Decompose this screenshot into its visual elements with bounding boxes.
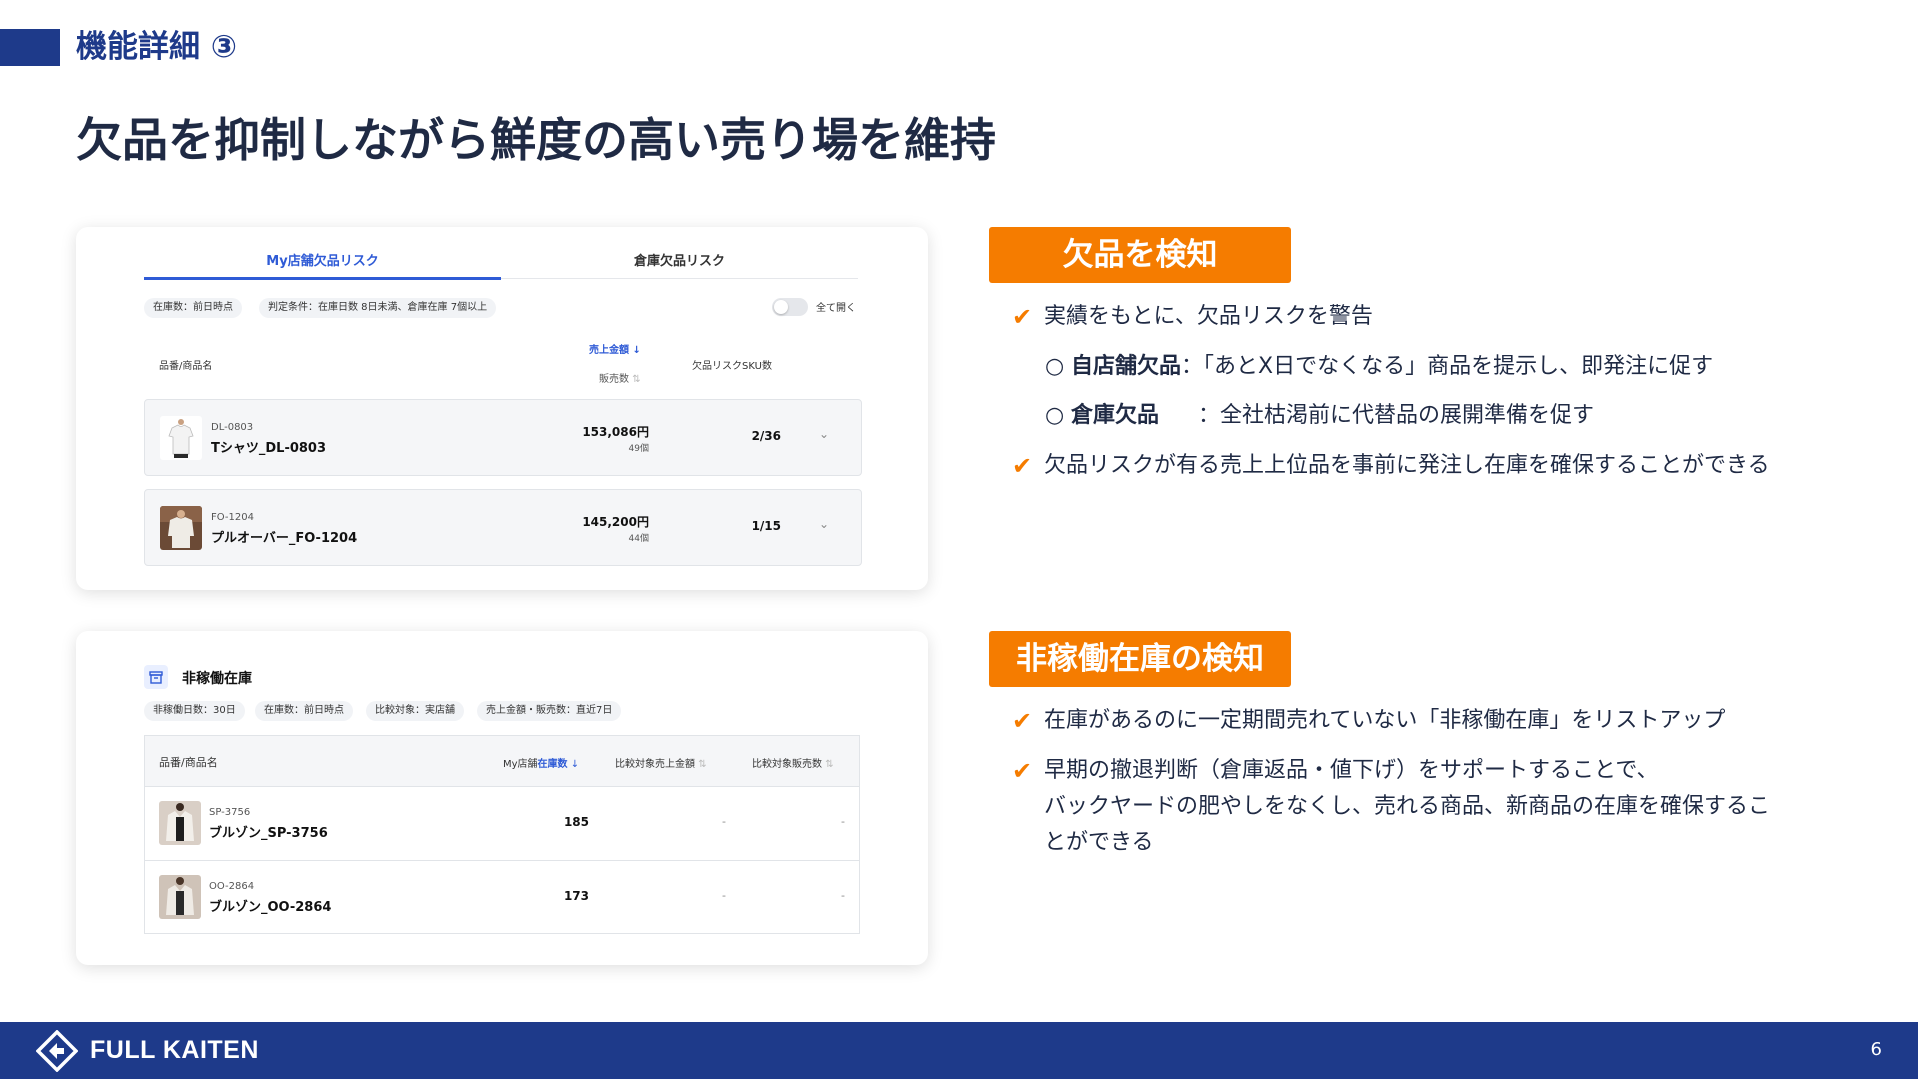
product-sku: DL-0803 <box>211 422 254 433</box>
product-thumbnail <box>160 416 202 460</box>
idle-inventory-panel: 非稼働在庫 非稼働日数：30日 在庫数：前日時点 比較対象：実店舗 売上金額・販… <box>76 631 928 965</box>
risk-sku-ratio: 2/36 <box>751 429 781 443</box>
risk-sku-ratio: 1/15 <box>751 519 781 533</box>
circle-bullet-icon: ○ <box>1045 403 1065 428</box>
product-sku: FO-1204 <box>211 512 254 523</box>
col-product-header: 品番/商品名 <box>159 756 218 769</box>
sales-amount: 145,200円 <box>582 515 649 529</box>
sub-bullet-label: 倉庫欠品 <box>1071 403 1160 428</box>
col-sales-qty-header[interactable]: 販売数 ⇅ <box>599 370 641 385</box>
idle-inventory-title: 非稼働在庫 <box>182 671 252 687</box>
circle-bullet-icon: ○ <box>1045 354 1065 379</box>
feature-badge-idle-inventory: 非稼働在庫の検知 <box>989 631 1291 687</box>
section-label: 機能詳細 ③ <box>76 29 238 65</box>
table-header: 品番/商品名 My店舗在庫数 ↓ 比較対象売上金額 ⇅ 比較対象販売数 ⇅ <box>145 736 859 787</box>
product-sku: SP-3756 <box>209 807 251 818</box>
compare-amount: - <box>722 815 726 828</box>
sort-down-icon: ↓ <box>632 345 641 356</box>
filter-chip: 判定条件：在庫日数 8日未満、倉庫在庫 7個以上 <box>259 298 497 318</box>
sales-amount: 153,086円 <box>582 425 649 439</box>
col-my-stock-header[interactable]: My店舗在庫数 ↓ <box>503 755 579 770</box>
col-my-stock-label: 在庫数 <box>537 759 568 770</box>
brand-name: FULL KAITEN <box>90 1036 259 1064</box>
feature-bullet: ✔ 欠品リスクが有る売上上位品を事前に発注し在庫を確保することができる <box>1012 451 1902 481</box>
col-compare-amount-header[interactable]: 比較対象売上金額 ⇅ <box>615 755 707 770</box>
product-name: Tシャツ_DL-0803 <box>211 441 327 456</box>
tab-my-store-stockout[interactable]: My店舗欠品リスク <box>144 250 501 269</box>
filter-chip: 在庫数：前日時点 <box>255 701 353 721</box>
stockout-risk-panel: My店舗欠品リスク 倉庫欠品リスク 在庫数：前日時点 判定条件：在庫日数 8日未… <box>76 227 928 590</box>
feature-bullet: ✔ 実績をもとに、欠品リスクを警告 <box>1012 302 1892 332</box>
bullet-text-line: とができる <box>1044 830 1154 855</box>
filter-chip: 比較対象：実店舗 <box>366 701 464 721</box>
product-sku: OO-2864 <box>209 881 255 892</box>
check-icon: ✔ <box>1012 303 1033 331</box>
feature-bullet: ✔ 在庫があるのに一定期間売れていない「非稼働在庫」をリストアップ <box>1012 706 1892 736</box>
feature-sub-bullet: ○ 自店舗欠品：「あとX日でなくなる」商品を提示し、即発注に促す <box>1045 352 1895 382</box>
idle-inventory-table: 品番/商品名 My店舗在庫数 ↓ 比較対象売上金額 ⇅ 比較対象販売数 ⇅ SP… <box>144 735 860 934</box>
col-sales-amount-header[interactable]: 売上金額 ↓ <box>589 341 641 356</box>
table-row[interactable]: OO-2864 ブルゾン_OO-2864 173 - - <box>145 861 859 934</box>
compare-qty: - <box>841 815 845 828</box>
bullet-text: 在庫があるのに一定期間売れていない「非稼働在庫」をリストアップ <box>1044 708 1726 733</box>
sort-down-icon: ↓ <box>570 759 580 770</box>
product-name: プルオーバー_FO-1204 <box>211 531 358 546</box>
expand-all-toggle[interactable] <box>772 298 808 316</box>
stock-count: 185 <box>563 815 589 829</box>
table-row[interactable]: SP-3756 ブルゾン_SP-3756 185 - - <box>145 787 859 861</box>
active-tab-indicator <box>144 277 501 280</box>
check-icon: ✔ <box>1012 452 1033 480</box>
archive-icon <box>144 665 168 689</box>
col-risk-sku-header: 欠品リスクSKU数 <box>692 361 772 372</box>
product-name: ブルゾン_OO-2864 <box>209 900 332 915</box>
product-name: ブルゾン_SP-3756 <box>209 826 328 841</box>
sales-qty: 49個 <box>628 444 649 454</box>
section-marker <box>0 29 60 66</box>
stock-count: 173 <box>563 889 589 903</box>
table-row[interactable]: FO-1204 プルオーバー_FO-1204 145,200円 44個 1/15… <box>144 489 862 566</box>
bullet-text-line: 早期の撤退判断（倉庫返品・値下げ）をサポートすることで、 <box>1044 758 1659 783</box>
sub-bullet-text: ：「あとX日でなくなる」商品を提示し、即発注に促す <box>1181 354 1714 379</box>
table-row[interactable]: DL-0803 Tシャツ_DL-0803 153,086円 49個 2/36 ⌄ <box>144 399 862 476</box>
sub-bullet-text: ：全社枯渇前に代替品の展開準備を促す <box>1198 403 1595 428</box>
check-icon: ✔ <box>1012 757 1033 785</box>
filter-chip: 非稼働日数：30日 <box>144 701 245 721</box>
filter-chip: 在庫数：前日時点 <box>144 298 242 318</box>
sales-qty: 44個 <box>628 534 649 544</box>
feature-badge-stockout: 欠品を検知 <box>989 227 1291 283</box>
feature-bullet: ✔ 早期の撤退判断（倉庫返品・値下げ）をサポートすることで、 バックヤードの肥や… <box>1012 756 1902 855</box>
full-kaiten-logo-icon <box>35 1029 79 1073</box>
col-sales-qty-label: 販売数 <box>599 374 629 385</box>
col-product-header: 品番/商品名 <box>159 361 213 372</box>
page-title: 欠品を抑制しながら鮮度の高い売り場を維持 <box>76 113 996 167</box>
sort-icon: ⇅ <box>825 759 834 770</box>
page-number: 6 <box>1870 1039 1882 1060</box>
col-compare-amount-label: 比較対象売上金額 <box>615 759 695 770</box>
footer-bar: FULL KAITEN 6 <box>0 1022 1918 1079</box>
bullet-text-line: バックヤードの肥やしをなくし、売れる商品、新商品の在庫を確保するこ <box>1044 794 1771 819</box>
col-my-stock-prefix: My店舗 <box>503 759 538 770</box>
col-compare-qty-header[interactable]: 比較対象販売数 ⇅ <box>752 755 834 770</box>
expand-all-label: 全て開く <box>816 303 856 314</box>
sub-bullet-label: 自店舗欠品 <box>1071 354 1182 379</box>
feature-sub-bullet: ○ 倉庫欠品 ：全社枯渇前に代替品の展開準備を促す <box>1045 401 1895 431</box>
bullet-text: 欠品リスクが有る売上上位品を事前に発注し在庫を確保することができる <box>1044 453 1770 478</box>
tab-warehouse-stockout[interactable]: 倉庫欠品リスク <box>501 250 858 269</box>
filter-chip: 売上金額・販売数：直近7日 <box>477 701 622 721</box>
compare-amount: - <box>722 889 726 902</box>
chevron-down-icon[interactable]: ⌄ <box>819 427 829 441</box>
product-thumbnail <box>160 506 202 550</box>
col-compare-qty-label: 比較対象販売数 <box>752 759 822 770</box>
col-sales-amount-label: 売上金額 <box>589 345 629 356</box>
sort-icon: ⇅ <box>698 759 707 770</box>
product-thumbnail <box>159 801 201 845</box>
bullet-text: 実績をもとに、欠品リスクを警告 <box>1044 304 1373 329</box>
sort-icon: ⇅ <box>632 374 641 385</box>
product-thumbnail <box>159 875 201 919</box>
chevron-down-icon[interactable]: ⌄ <box>819 517 829 531</box>
check-icon: ✔ <box>1012 707 1033 735</box>
compare-qty: - <box>841 889 845 902</box>
